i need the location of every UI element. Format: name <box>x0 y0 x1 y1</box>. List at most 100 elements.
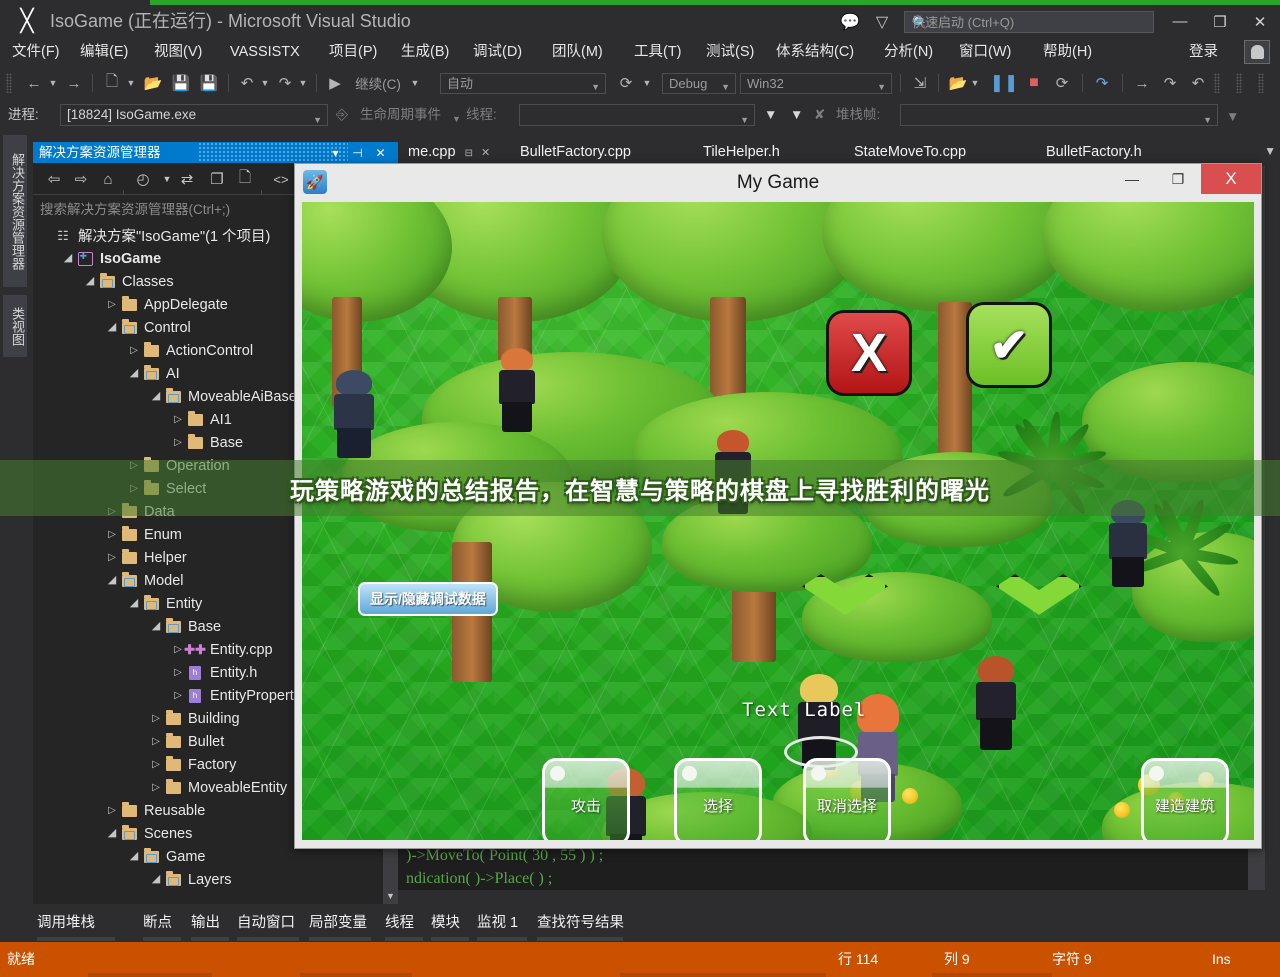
bottom-tab-locals[interactable]: 局部变量 <box>309 910 367 936</box>
filter-icon[interactable]: ▽ <box>866 8 898 36</box>
menu-item-team[interactable]: 团队(M) <box>552 38 603 66</box>
editor-tab-statemoveto-cpp[interactable]: StateMoveTo.cpp <box>854 139 966 166</box>
save-icon[interactable]: 💾 <box>168 71 194 95</box>
menu-item-analyze[interactable]: 分析(N) <box>884 38 933 66</box>
minimize-button[interactable]: — <box>1160 5 1200 38</box>
collapse-twisty-icon[interactable] <box>105 574 119 587</box>
open-folder-icon[interactable]: 📂 <box>140 71 166 95</box>
accept-badge[interactable]: ✔ <box>966 302 1052 388</box>
bottom-tab-threads[interactable]: 线程 <box>385 910 414 936</box>
collapse-twisty-icon[interactable] <box>105 321 119 334</box>
close-button[interactable]: ✕ <box>1240 5 1280 38</box>
reject-badge[interactable]: X <box>826 310 912 396</box>
menu-item-build[interactable]: 生成(B) <box>401 38 449 66</box>
game-button-build[interactable]: 建造建筑 <box>1141 758 1229 840</box>
step-out-icon[interactable]: ↶ <box>1186 71 1210 95</box>
bottom-tab-modules[interactable]: 模块 <box>431 910 460 936</box>
search-icon[interactable]: 🔍 <box>912 14 1148 32</box>
redo-dropdown-icon[interactable]: ▼ <box>296 71 310 95</box>
bottom-tab-output[interactable]: 输出 <box>191 910 220 936</box>
menu-item-edit[interactable]: 编辑(E) <box>80 38 128 66</box>
restart-debug-icon[interactable]: ⟳ <box>1050 71 1074 95</box>
process-combo[interactable]: [18824] IsoGame.exe ▼ <box>60 104 328 126</box>
editor-tab-me-cpp[interactable]: me.cpp ⊟ ✕ <box>408 139 490 166</box>
collapse-twisty-icon[interactable] <box>149 620 163 633</box>
collapse-twisty-icon[interactable] <box>83 275 97 288</box>
more-tabs-icon[interactable]: ▼ <box>1264 144 1276 158</box>
navigate-back-dropdown-icon[interactable]: ▼ <box>46 71 60 95</box>
collapse-twisty-icon[interactable] <box>127 850 141 863</box>
bottom-tab-find-symbol[interactable]: 查找符号结果 <box>537 910 624 936</box>
expand-twisty-icon[interactable] <box>127 345 141 356</box>
thread-combo[interactable]: ▼ <box>519 104 755 126</box>
show-all-files-icon[interactable]: ❐ <box>205 168 229 190</box>
editor-tab-bulletfactory-cpp[interactable]: BulletFactory.cpp <box>520 139 631 166</box>
save-all-icon[interactable]: 💾 <box>196 71 222 95</box>
editor-tab-bulletfactory-h[interactable]: BulletFactory.h <box>1046 139 1142 166</box>
undo-icon[interactable]: ↶ <box>236 71 258 95</box>
menu-item-project[interactable]: 项目(P) <box>329 38 377 66</box>
menu-item-help[interactable]: 帮助(H) <box>1043 38 1092 66</box>
pin-icon[interactable]: ⊟ <box>465 148 473 159</box>
close-icon[interactable]: ✕ <box>481 147 490 159</box>
collapse-twisty-icon[interactable] <box>61 252 75 265</box>
expand-twisty-icon[interactable] <box>105 529 119 540</box>
bottom-tab-watch-1[interactable]: 监视 1 <box>477 910 518 936</box>
toggle-debug-data-button[interactable]: 显示/隐藏调试数据 <box>358 582 498 616</box>
expand-twisty-icon[interactable] <box>171 667 185 678</box>
vertical-tab-solution-explorer[interactable]: 解决方案资源管理器 <box>3 135 27 287</box>
collapse-twisty-icon[interactable] <box>149 873 163 886</box>
menu-item-window[interactable]: 窗口(W) <box>959 38 1011 66</box>
no-filter-icon[interactable]: ✘ <box>814 106 825 124</box>
tree-item[interactable]: Layers <box>33 868 398 891</box>
vertical-tab-class-view[interactable]: 类视图 <box>3 295 27 357</box>
bottom-tab-breakpoints[interactable]: 断点 <box>143 910 172 936</box>
properties-icon[interactable]: 🗋 <box>233 168 257 190</box>
expand-twisty-icon[interactable] <box>105 299 119 310</box>
ally-unit-sprite[interactable] <box>492 348 542 434</box>
code-view-icon[interactable]: <> <box>269 168 293 190</box>
stackframe-combo[interactable]: ▼ <box>900 104 1218 126</box>
platform-combo[interactable]: Win32 ▼ <box>740 73 892 94</box>
collapse-twisty-icon[interactable] <box>127 597 141 610</box>
auto-combo[interactable]: 自动 ▼ <box>440 73 606 94</box>
drag-dots[interactable] <box>198 142 348 163</box>
game-minimize-button[interactable]: — <box>1109 164 1155 194</box>
undo-dropdown-icon[interactable]: ▼ <box>258 71 272 95</box>
attach-process-icon[interactable]: ⇲ <box>908 71 932 95</box>
restart-icon[interactable]: ⟳ <box>614 71 638 95</box>
expand-twisty-icon[interactable] <box>171 644 185 655</box>
forward-icon[interactable]: ⇨ <box>69 168 93 190</box>
menu-item-architecture[interactable]: 体系结构(C) <box>776 38 854 66</box>
game-button-select[interactable]: 选择 <box>674 758 762 840</box>
new-item-icon[interactable]: 🗋 <box>100 71 124 95</box>
expand-twisty-icon[interactable] <box>105 805 119 816</box>
code-text[interactable]: )->MoveTo( Point( 30 , 55 ) ) ; ndicatio… <box>398 844 1248 890</box>
step-into-icon[interactable]: → <box>1130 71 1154 95</box>
pin-icon[interactable]: ⊣ <box>349 144 366 161</box>
feedback-icon[interactable]: 💬 <box>834 8 866 36</box>
expand-twisty-icon[interactable] <box>171 437 185 448</box>
quick-launch-input[interactable]: 快速启动 (Ctrl+Q) 🔍 <box>904 11 1154 33</box>
stop-icon[interactable]: ■ <box>1022 71 1046 95</box>
menu-item-vassistx[interactable]: VASSISTX <box>230 38 300 66</box>
chevron-down-icon[interactable]: ▼ <box>452 110 461 128</box>
close-icon[interactable]: ✕ <box>372 144 389 161</box>
game-button-attack[interactable]: 攻击 <box>542 758 630 840</box>
show-next-statement-icon[interactable]: ↷ <box>1090 71 1114 95</box>
collapse-twisty-icon[interactable] <box>105 827 119 840</box>
break-all-icon[interactable]: 📂 <box>946 71 970 95</box>
pause-icon[interactable]: ❚❚ <box>992 71 1016 95</box>
configuration-combo[interactable]: Debug ▼ <box>662 73 736 94</box>
menu-item-tools[interactable]: 工具(T) <box>634 38 682 66</box>
menu-item-view[interactable]: 视图(V) <box>154 38 202 66</box>
game-maximize-button[interactable]: ❐ <box>1155 164 1201 194</box>
restore-button[interactable]: ❐ <box>1200 5 1240 38</box>
navigate-back-icon[interactable]: ← <box>22 71 46 95</box>
bottom-tab-call-stack[interactable]: 调用堆栈 <box>37 910 95 936</box>
menu-item-debug[interactable]: 调试(D) <box>473 38 522 66</box>
lifecycle-events-label[interactable]: 生命周期事件 <box>360 106 441 124</box>
new-item-dropdown-icon[interactable]: ▼ <box>124 71 138 95</box>
home-icon[interactable]: ⌂ <box>96 168 120 190</box>
bottom-tab-autos[interactable]: 自动窗口 <box>237 910 295 936</box>
